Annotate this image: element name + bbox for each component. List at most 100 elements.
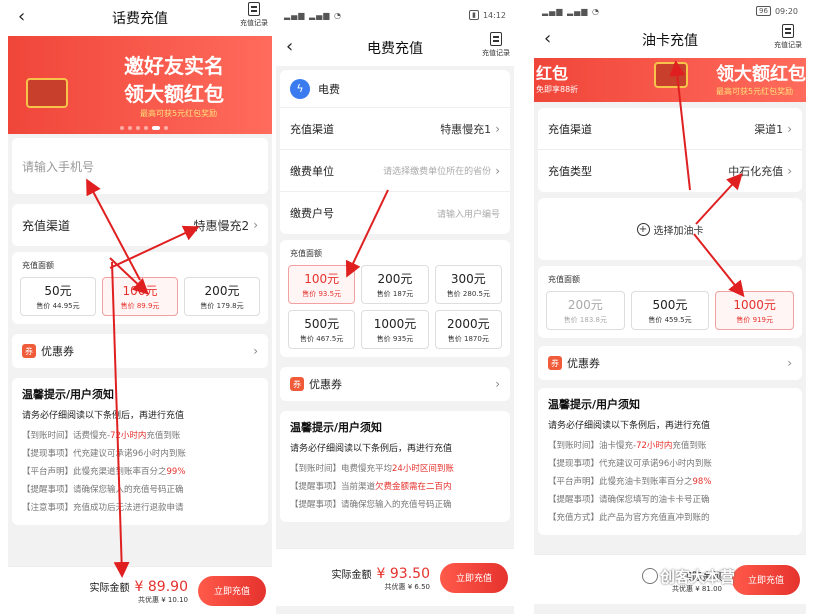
amount-option-selected[interactable]: 1000元 售价 919元 [715, 291, 794, 330]
amount-option[interactable]: 50元售价 44.95元 [20, 277, 96, 316]
notice-item: 【平台声明】此慢充油卡到账率百分之98% [548, 477, 712, 487]
pay-now-button[interactable]: 立即充值 [731, 564, 800, 595]
record-label: 充值记录 [774, 41, 802, 49]
page-title: 话费充值 [112, 11, 168, 27]
promo-banner[interactable]: 红包 免即享88折 领大额红包 最高可获5元红包奖励 [534, 58, 806, 102]
wechat-logo-icon [642, 568, 658, 584]
notice-item: 【提现事项】代充建议可承诺96小时内到账 [548, 459, 712, 469]
channel-row[interactable]: 充值渠道 特惠慢充2 › [12, 204, 268, 246]
coupon-icon: 券 [548, 356, 562, 370]
notice-item: 【提醒事项】请确保您输入的充值号码正确 [22, 485, 184, 495]
account-number-input: 请输入用户编号 [436, 209, 500, 220]
record-icon [248, 2, 260, 16]
coupon-card[interactable]: 券优惠券 › [538, 346, 802, 380]
amount-value: 200元 [204, 284, 240, 298]
amount-grid: 50元售价 44.95元 100元 售价 89.9元 200元 售价 179.8元 [12, 277, 268, 324]
channel-row[interactable]: 充值渠道 特惠慢充1 › [280, 108, 510, 150]
signal-icon: ▂▄▆ ▂▄▆ ◔ [284, 10, 342, 20]
bill-type-row: ϟ 电费 [280, 70, 510, 108]
coupon-icon: 券 [22, 344, 36, 358]
notice-subtitle: 请务必仔细阅读以下条例后，再进行充值 [290, 444, 453, 454]
total-value: ¥ 93.50 [376, 566, 430, 582]
phone-input-placeholder: 请输入手机号 [22, 159, 95, 174]
notice-item: 【到账时间】电费慢充平均24小时区间到账 [290, 464, 454, 474]
electricity-recharge-screen: ▂▄▆ ▂▄▆ ◔ ▮ 14:12 ‹ 电费充值 充值记录 ϟ 电费 充值渠道 特… [276, 0, 514, 614]
amount-option[interactable]: 1000元 售价 935元 [361, 310, 429, 349]
amount-option-selected[interactable]: 100元 售价 89.9元 [102, 277, 178, 316]
coupon-icon: 券 [290, 377, 304, 391]
discount-text: 共优惠 ¥ 6.50 [384, 583, 430, 591]
amount-option-disabled: 200元 售价 183.8元 [546, 291, 625, 330]
banner-subtitle: 最高可获5元红包奖励 [140, 109, 218, 118]
channel-row[interactable]: 充值渠道 渠道1 › [538, 108, 802, 150]
notice-item: 【提现事项】代充建议可承诺96小时内到账 [22, 449, 186, 459]
checkout-bar: 实际金额 ¥ 89.90 共优惠 ¥ 10.10 立即充值 [8, 566, 272, 614]
recharge-type-label: 充值类型 [548, 165, 592, 178]
amount-option[interactable]: 2000元 售价 1870元 [434, 310, 502, 349]
chevron-right-icon: › [495, 121, 500, 136]
electricity-form-card: ϟ 电费 充值渠道 特惠慢充1 › 缴费单位 请选择缴费单位所在的省份 › 缴费户号… [280, 70, 510, 234]
amount-value: 50元 [44, 284, 72, 298]
select-fuel-card-button[interactable]: + 选择加油卡 [538, 198, 802, 260]
chevron-right-icon: › [787, 164, 792, 178]
watermark-text: 创客大本营 [660, 568, 736, 586]
page-title: 油卡充值 [642, 33, 698, 49]
amount-price: 售价 44.95元 [36, 302, 80, 310]
recharge-record-button[interactable]: 充值记录 [774, 24, 802, 50]
coupon-card[interactable]: 券优惠券 › [280, 367, 510, 401]
channel-value: 渠道1 [754, 122, 784, 136]
amount-label: 充值面额 [548, 275, 580, 284]
amount-option[interactable]: 500元 售价 459.5元 [630, 291, 710, 330]
bill-type-label: 电费 [318, 82, 340, 96]
back-arrow-icon[interactable]: ‹ [286, 38, 293, 56]
checkout-bar: 实际金额 ¥ 93.50 共优惠 ¥ 6.50 立即充值 [276, 548, 514, 606]
payment-unit-row[interactable]: 缴费单位 请选择缴费单位所在的省份 › [280, 150, 510, 192]
pay-now-button[interactable]: 立即充值 [197, 575, 266, 606]
chevron-right-icon: › [495, 163, 500, 178]
back-arrow-icon[interactable]: ‹ [544, 30, 551, 48]
chevron-right-icon: › [495, 377, 500, 391]
amount-option[interactable]: 200元 售价 187元 [361, 265, 429, 304]
battery-icon: 96 [756, 6, 771, 16]
back-arrow-icon[interactable]: ‹ [18, 8, 25, 26]
carousel-dots[interactable] [120, 126, 168, 130]
record-label: 充值记录 [482, 49, 510, 57]
pay-now-button[interactable]: 立即充值 [439, 562, 508, 593]
status-bar: ▂▄▆ ▂▄▆ ◔ ▮ 14:12 [276, 0, 514, 30]
amount-option[interactable]: 200元 售价 179.8元 [184, 277, 260, 316]
total-block: 实际金额 ¥ 89.90 共优惠 ¥ 10.10 [89, 576, 188, 605]
signal-icon: ▂▄▆ ▂▄▆ ◔ [542, 6, 600, 16]
phone-number-field[interactable]: 请输入手机号 [12, 138, 268, 194]
amount-option-selected[interactable]: 100元 售价 93.5元 [288, 265, 356, 304]
select-fuel-card-label: 选择加油卡 [653, 225, 704, 237]
nav-bar: ‹ 话费充值 充值记录 [8, 0, 272, 36]
notice-item: 【提醒事项】当前渠道欠费金额需在二百内 [290, 482, 452, 492]
battery-icon: ▮ [469, 10, 479, 20]
amount-option[interactable]: 300元 售价 280.5元 [434, 265, 502, 304]
channel-label: 充值渠道 [22, 218, 71, 233]
promo-banner[interactable]: 邀好友实名 领大额红包 最高可获5元红包奖励 [8, 36, 272, 134]
total-block: 实际金额 ¥ 93.50 共优惠 ¥ 6.50 [331, 563, 430, 592]
notice-card: 温馨提示/用户须知 请务必仔细阅读以下条例后，再进行充值 【到账时间】油卡慢充-… [538, 388, 802, 535]
status-time: 14:12 [482, 10, 506, 20]
status-time: 09:20 [774, 6, 798, 16]
amount-price: 售价 89.9元 [120, 302, 160, 310]
coupon-card[interactable]: 券优惠券 › [12, 334, 268, 368]
amount-card: 充值面额 50元 售价 44.95元 100元 售价 89.9元 200元 售价 17… [12, 252, 268, 324]
recharge-record-button[interactable]: 充值记录 [482, 32, 510, 58]
recharge-type-row[interactable]: 充值类型 中石化充值 › [538, 150, 802, 192]
account-number-row[interactable]: 缴费户号 请输入用户编号 [280, 192, 510, 234]
notice-item: 【到账时间】油卡慢充-72小时内充值到账 [548, 441, 707, 451]
notice-subtitle: 请务必仔细阅读以下条例后，再进行充值 [548, 421, 711, 431]
notice-item: 【提醒事项】请确保您输入的充值号码正确 [290, 500, 452, 510]
discount-text: 共优惠 ¥ 10.10 [138, 596, 188, 604]
amount-option[interactable]: 500元 售价 467.5元 [288, 310, 356, 349]
plus-circle-icon: + [636, 222, 650, 236]
fuel-form-card: 充值渠道 渠道1 › 充值类型 中石化充值 › [538, 108, 802, 192]
lightning-bolt-icon: ϟ [290, 78, 310, 99]
notice-item: 【到账时间】话费慢充-72小时内充值到账 [22, 431, 181, 441]
recharge-record-button[interactable]: 充值记录 [240, 2, 268, 28]
amount-grid: 200元 售价 183.8元 500元 售价 459.5元 1000元 售价 919元 [538, 291, 802, 338]
banner-left-subtitle: 免即享88折 [536, 85, 579, 94]
amount-card: 充值面额 100元 售价 93.5元 200元 售价 187元 300元 售价 280… [280, 240, 510, 357]
